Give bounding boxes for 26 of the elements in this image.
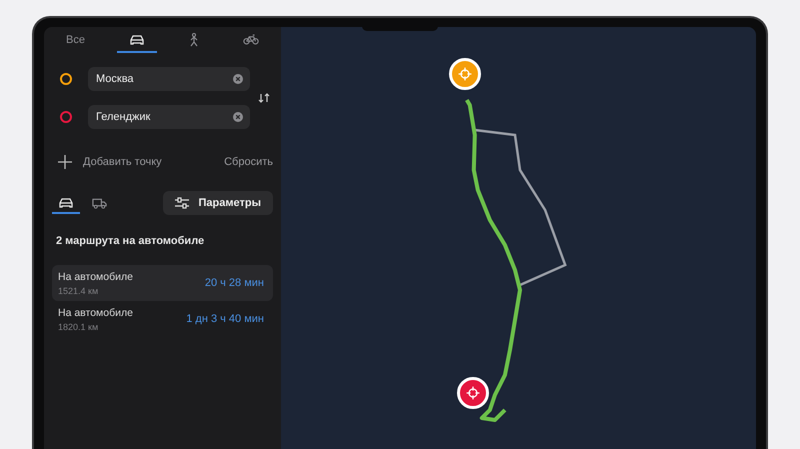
route-distance: 1820.1 км bbox=[58, 322, 100, 332]
crosshair-icon bbox=[457, 66, 473, 82]
route-duration: 20 ч 28 мин bbox=[204, 277, 264, 289]
plus-icon bbox=[58, 155, 72, 169]
add-point-button[interactable]: Добавить точку bbox=[52, 153, 168, 171]
route-duration: 1 дн 3 ч 40 мин bbox=[186, 313, 264, 325]
route-item[interactable]: На автомобиле 1521.4 км 20 ч 28 мин bbox=[52, 265, 273, 301]
mode-tab[interactable]: Все bbox=[54, 27, 97, 53]
clear-icon[interactable] bbox=[233, 74, 243, 84]
route-title: На автомобиле bbox=[58, 306, 133, 318]
start-marker[interactable] bbox=[449, 58, 481, 90]
route-item[interactable]: На автомобиле 1820.1 км 1 дн 3 ч 40 мин bbox=[52, 301, 273, 337]
alternative-route-line[interactable] bbox=[474, 128, 567, 286]
swap-arrows-icon[interactable] bbox=[258, 93, 270, 103]
route-line[interactable] bbox=[465, 98, 522, 422]
clear-icon[interactable] bbox=[233, 112, 243, 122]
sliders-icon bbox=[174, 197, 189, 209]
parameters-button[interactable]: Параметры bbox=[162, 191, 273, 215]
reset-button[interactable]: Сбросить bbox=[224, 154, 273, 170]
routes-heading: 2 маршрута на автомобиле bbox=[56, 235, 206, 247]
location-field[interactable]: Москва bbox=[88, 67, 250, 91]
location-field[interactable]: Геленджик bbox=[88, 105, 250, 129]
route-title: На автомобиле bbox=[58, 270, 133, 282]
route-distance: 1521.4 км bbox=[58, 286, 100, 296]
end-marker[interactable] bbox=[457, 377, 489, 409]
crosshair-icon bbox=[465, 385, 481, 401]
